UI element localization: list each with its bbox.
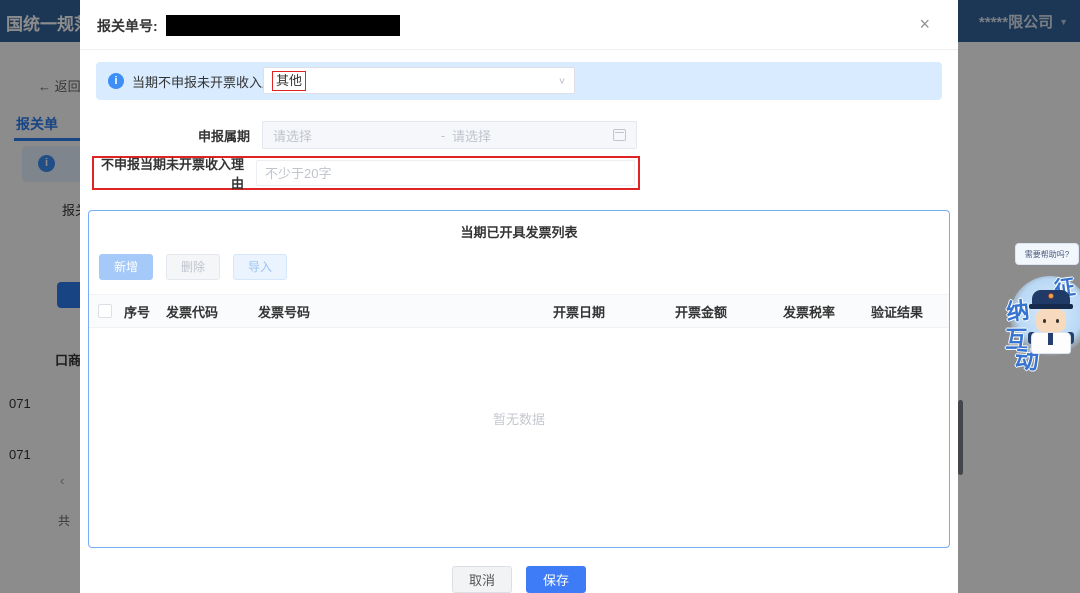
officer-face	[1036, 309, 1066, 332]
col-invoice-date: 开票日期	[553, 304, 606, 320]
reason-banner: i 当期不申报未开票收入原因 其他 ∨	[96, 62, 942, 100]
redacted-declaration-number	[166, 15, 401, 36]
col-tax-rate: 发票税率	[783, 304, 836, 320]
period-end-placeholder: 请选择	[452, 128, 492, 144]
helper-tooltip: 需要帮助吗?	[1015, 243, 1079, 265]
officer-eye	[1043, 319, 1046, 323]
cancel-button[interactable]: 取消	[451, 566, 512, 593]
officer-badge	[1048, 293, 1054, 299]
chevron-down-icon: ∨	[557, 76, 566, 86]
col-invoice-code: 发票代码	[166, 304, 219, 320]
invoice-table-header: 序号 发票代码 发票号码 开票日期 开票金额 发票税率 验证结果	[89, 294, 949, 328]
dialog-header: 报关单号: ×	[80, 0, 958, 50]
dialog-body: i 当期不申报未开票收入原因 其他 ∨ 申报属期 请选择 - 请选择 不申报当期…	[80, 62, 958, 593]
screen: 国统一规范电子税务局 *****限公司 ▼ ← 返回 报关单 i 报关单 口商 …	[0, 0, 1080, 593]
delete-button[interactable]: 删除	[166, 254, 221, 280]
reason-text-label: 不申报当期未开票收入理由	[100, 157, 244, 191]
select-all-checkbox[interactable]	[98, 304, 112, 318]
invoice-list-panel: 当期已开具发票列表 新增 删除 导入 序号 发票代码 发票号码 开票日期 开票金…	[88, 210, 950, 548]
dialog-footer: 取消 保存	[96, 566, 942, 593]
add-button[interactable]: 新增	[99, 254, 154, 280]
empty-state-text: 暂无数据	[492, 412, 545, 427]
reason-select-value: 其他	[272, 70, 307, 91]
import-button[interactable]: 导入	[233, 254, 288, 280]
col-invoice-number: 发票号码	[258, 304, 311, 320]
officer-eye	[1056, 319, 1059, 323]
period-row: 申报属期 请选择 - 请选择	[96, 121, 942, 149]
reason-select[interactable]: 其他 ∨	[263, 67, 575, 94]
declaration-dialog: 报关单号: × i 当期不申报未开票收入原因 其他 ∨ 申报属期 请选择 - 请…	[80, 0, 958, 593]
info-icon: i	[108, 73, 124, 89]
dialog-title: 报关单号:	[97, 17, 158, 34]
reason-text-row-annotated: 不申报当期未开票收入理由	[92, 156, 640, 191]
tax-helper-mascot[interactable]: 征 纳 互 动	[1004, 270, 1080, 375]
invoice-toolbar: 新增 删除 导入	[99, 254, 949, 280]
officer-tie	[1048, 333, 1053, 345]
col-verify-result: 验证结果	[871, 304, 924, 320]
tax-officer-avatar	[1026, 284, 1076, 362]
calendar-icon	[613, 129, 626, 141]
period-label: 申报属期	[197, 128, 250, 144]
close-icon[interactable]: ×	[919, 14, 930, 34]
col-invoice-amount: 开票金额	[675, 304, 728, 320]
period-range-picker[interactable]: 请选择 - 请选择	[262, 121, 637, 149]
save-button[interactable]: 保存	[526, 566, 587, 593]
period-start-placeholder: 请选择	[273, 128, 313, 144]
period-separator: -	[440, 127, 446, 143]
reason-text-input[interactable]	[256, 160, 635, 186]
invoice-panel-title: 当期已开具发票列表	[460, 225, 578, 240]
col-serial: 序号	[124, 304, 151, 320]
